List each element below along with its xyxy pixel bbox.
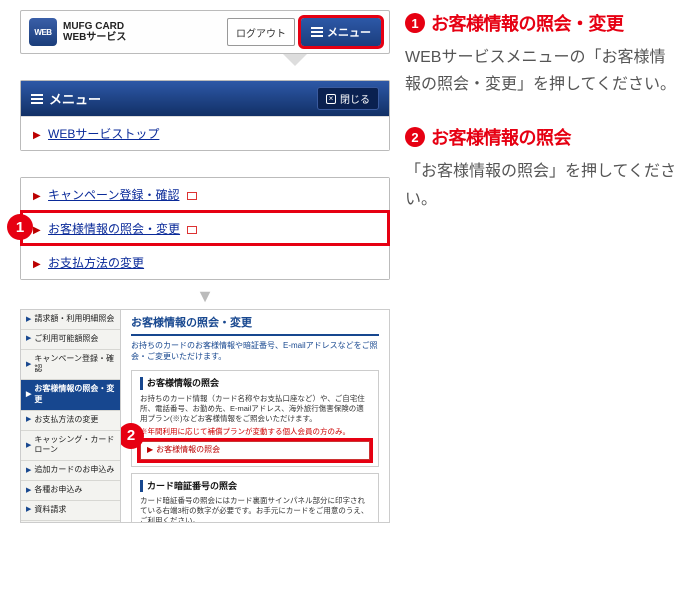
caret-icon: ▶: [33, 225, 41, 236]
caret-icon: ▶: [26, 486, 31, 495]
menu-item-payment[interactable]: ▶ お支払方法の変更: [21, 245, 389, 279]
menu-button[interactable]: メニュー: [301, 18, 381, 46]
section-warning: ※年間利用に応じて補償プランが変動する個人会員の方のみ。: [140, 427, 370, 437]
step-heading: 1 お客様情報の照会・変更: [405, 10, 680, 36]
sidebar-item-label: お支払方法の変更: [34, 415, 98, 426]
menu-item-link[interactable]: お客様情報の照会・変更: [48, 222, 180, 236]
instructions: 1 お客様情報の照会・変更 WEBサービスメニューの「お客様情報の照会・変更」を…: [405, 10, 680, 239]
desktop-sidebar: ▶請求額・利用明細照会▶ご利用可能額照会▶キャンペーン登録・確認▶お客様情報の照…: [21, 310, 121, 522]
caret-icon: ▶: [26, 505, 31, 514]
desktop-screenshot: ▶請求額・利用明細照会▶ご利用可能額照会▶キャンペーン登録・確認▶お客様情報の照…: [20, 309, 390, 523]
menu-drawer-title: メニュー: [49, 89, 101, 108]
step-badge-1: 1: [7, 214, 33, 240]
sidebar-item[interactable]: ▶追加カードのお申込み: [21, 461, 120, 481]
step-1: 1 お客様情報の照会・変更 WEBサービスメニューの「お客様情報の照会・変更」を…: [405, 10, 680, 98]
page-lead: お持ちのカードのお客様情報や暗証番号、E-mailアドレスなどをご照会・ご変更い…: [131, 341, 379, 363]
brand-text: MUFG CARD WEBサービス: [63, 21, 126, 43]
customer-info-inquiry-button[interactable]: ▶お客様情報の照会: [140, 441, 370, 460]
button-label: お客様情報の照会: [156, 445, 220, 454]
down-arrow-icon: ▼: [20, 286, 390, 307]
caret-icon: ▶: [26, 441, 31, 450]
caret-icon: ▶: [26, 315, 31, 324]
menu-item-customer-info[interactable]: 1 ▶ お客様情報の照会・変更: [21, 211, 389, 245]
sidebar-item-label: 資料請求: [34, 505, 66, 516]
close-icon: ×: [326, 94, 336, 104]
menu-item-link[interactable]: お支払方法の変更: [48, 256, 144, 270]
section-text: お持ちのカード情報（カード名称やお支払口座など）や、ご自宅住所、電話番号、お勤め…: [140, 394, 370, 424]
topbar-buttons: ログアウト メニュー: [227, 18, 381, 46]
caret-icon: ▶: [33, 130, 41, 141]
section-customer-info: お客様情報の照会 お持ちのカード情報（カード名称やお支払口座など）や、ご自宅住所…: [131, 370, 379, 466]
phone-topbar: WEB MUFG CARD WEBサービス ログアウト メニュー: [20, 10, 390, 54]
step-number-icon: 1: [405, 13, 425, 33]
caret-icon: ▶: [147, 445, 153, 454]
badge-icon: [187, 226, 197, 234]
section-heading: お客様情報の照会: [140, 377, 370, 389]
step-title: お客様情報の照会・変更: [431, 10, 624, 36]
caret-icon: ▶: [26, 360, 31, 369]
sidebar-item[interactable]: ▶キャンペーン登録・確認: [21, 350, 120, 381]
sidebar-item[interactable]: ▶請求額・利用明細照会: [21, 310, 120, 330]
sidebar-item-label: お客様情報の照会・変更: [34, 384, 115, 406]
caret-icon: ▶: [26, 415, 31, 424]
badge-icon: [187, 192, 197, 200]
caret-icon: ▶: [26, 390, 31, 399]
sidebar-item[interactable]: ▶ご利用可能額照会: [21, 330, 120, 350]
sidebar-item[interactable]: ▶資料請求: [21, 501, 120, 521]
step-body: WEBサービスメニューの「お客様情報の照会・変更」を押してください。: [405, 44, 680, 98]
hamburger-icon: [311, 25, 323, 39]
step-number-icon: 2: [405, 127, 425, 147]
menu-item-webtop[interactable]: ▶ WEBサービストップ: [21, 116, 389, 150]
hamburger-icon: [31, 92, 43, 106]
section-pin-inquiry: カード暗証番号の照会 カード暗証番号の照会にはカード裏面サインパネル部分に印字さ…: [131, 473, 379, 522]
brand-line1: MUFG CARD: [63, 21, 126, 32]
step-heading: 2 お客様情報の照会: [405, 124, 680, 150]
sidebar-item[interactable]: ▶お支払方法の変更: [21, 411, 120, 431]
sidebar-item-label: ご利用可能額照会: [34, 334, 98, 345]
close-button[interactable]: × 閉じる: [317, 87, 379, 110]
sidebar-item[interactable]: ▶お問い合わせ: [21, 521, 120, 523]
sidebar-item[interactable]: ▶各種お申込み: [21, 481, 120, 501]
menu-item-link[interactable]: WEBサービストップ: [48, 127, 159, 141]
menu-item-link[interactable]: キャンペーン登録・確認: [48, 188, 179, 202]
sidebar-item-label: 請求額・利用明細照会: [34, 314, 114, 325]
sidebar-item-label: 各種お申込み: [34, 485, 82, 496]
close-label: 閉じる: [340, 91, 370, 106]
step-body: 「お客様情報の照会」を押してください。: [405, 158, 680, 212]
menu-links-panel: ▶ キャンペーン登録・確認 1 ▶ お客様情報の照会・変更 ▶ お支払方法の変更: [20, 177, 390, 280]
caret-icon: ▶: [33, 191, 41, 202]
caret-icon: ▶: [26, 334, 31, 343]
brand-line2: WEBサービス: [63, 32, 126, 43]
menu-drawer-header: メニュー × 閉じる: [21, 81, 389, 116]
sidebar-item[interactable]: ▶お客様情報の照会・変更: [21, 380, 120, 411]
sidebar-item-label: キャンペーン登録・確認: [34, 354, 115, 376]
menu-drawer: メニュー × 閉じる ▶ WEBサービストップ: [20, 80, 390, 151]
menu-button-label: メニュー: [327, 24, 371, 40]
sidebar-item-label: 追加カードのお申込み: [34, 465, 114, 476]
page-title: お客様情報の照会・変更: [131, 316, 379, 336]
brand-logo-icon: WEB: [29, 18, 57, 46]
caret-icon: ▶: [26, 466, 31, 475]
section-text: カード暗証番号の照会にはカード裏面サインパネル部分に印字されている右端3桁の数字…: [140, 496, 370, 522]
menu-item-campaign[interactable]: ▶ キャンペーン登録・確認: [21, 178, 389, 211]
section-heading: カード暗証番号の照会: [140, 480, 370, 492]
sidebar-item[interactable]: ▶キャッシング・カードローン: [21, 431, 120, 462]
brand: WEB MUFG CARD WEBサービス: [29, 18, 126, 46]
caret-icon: ▶: [33, 259, 41, 270]
logout-button[interactable]: ログアウト: [227, 18, 295, 46]
step-2: 2 お客様情報の照会 「お客様情報の照会」を押してください。: [405, 124, 680, 212]
callout-tail-icon: [283, 54, 307, 66]
step-title: お客様情報の照会: [431, 124, 571, 150]
desktop-main: お客様情報の照会・変更 お持ちのカードのお客様情報や暗証番号、E-mailアドレ…: [121, 310, 389, 522]
sidebar-item-label: キャッシング・カードローン: [34, 435, 115, 457]
